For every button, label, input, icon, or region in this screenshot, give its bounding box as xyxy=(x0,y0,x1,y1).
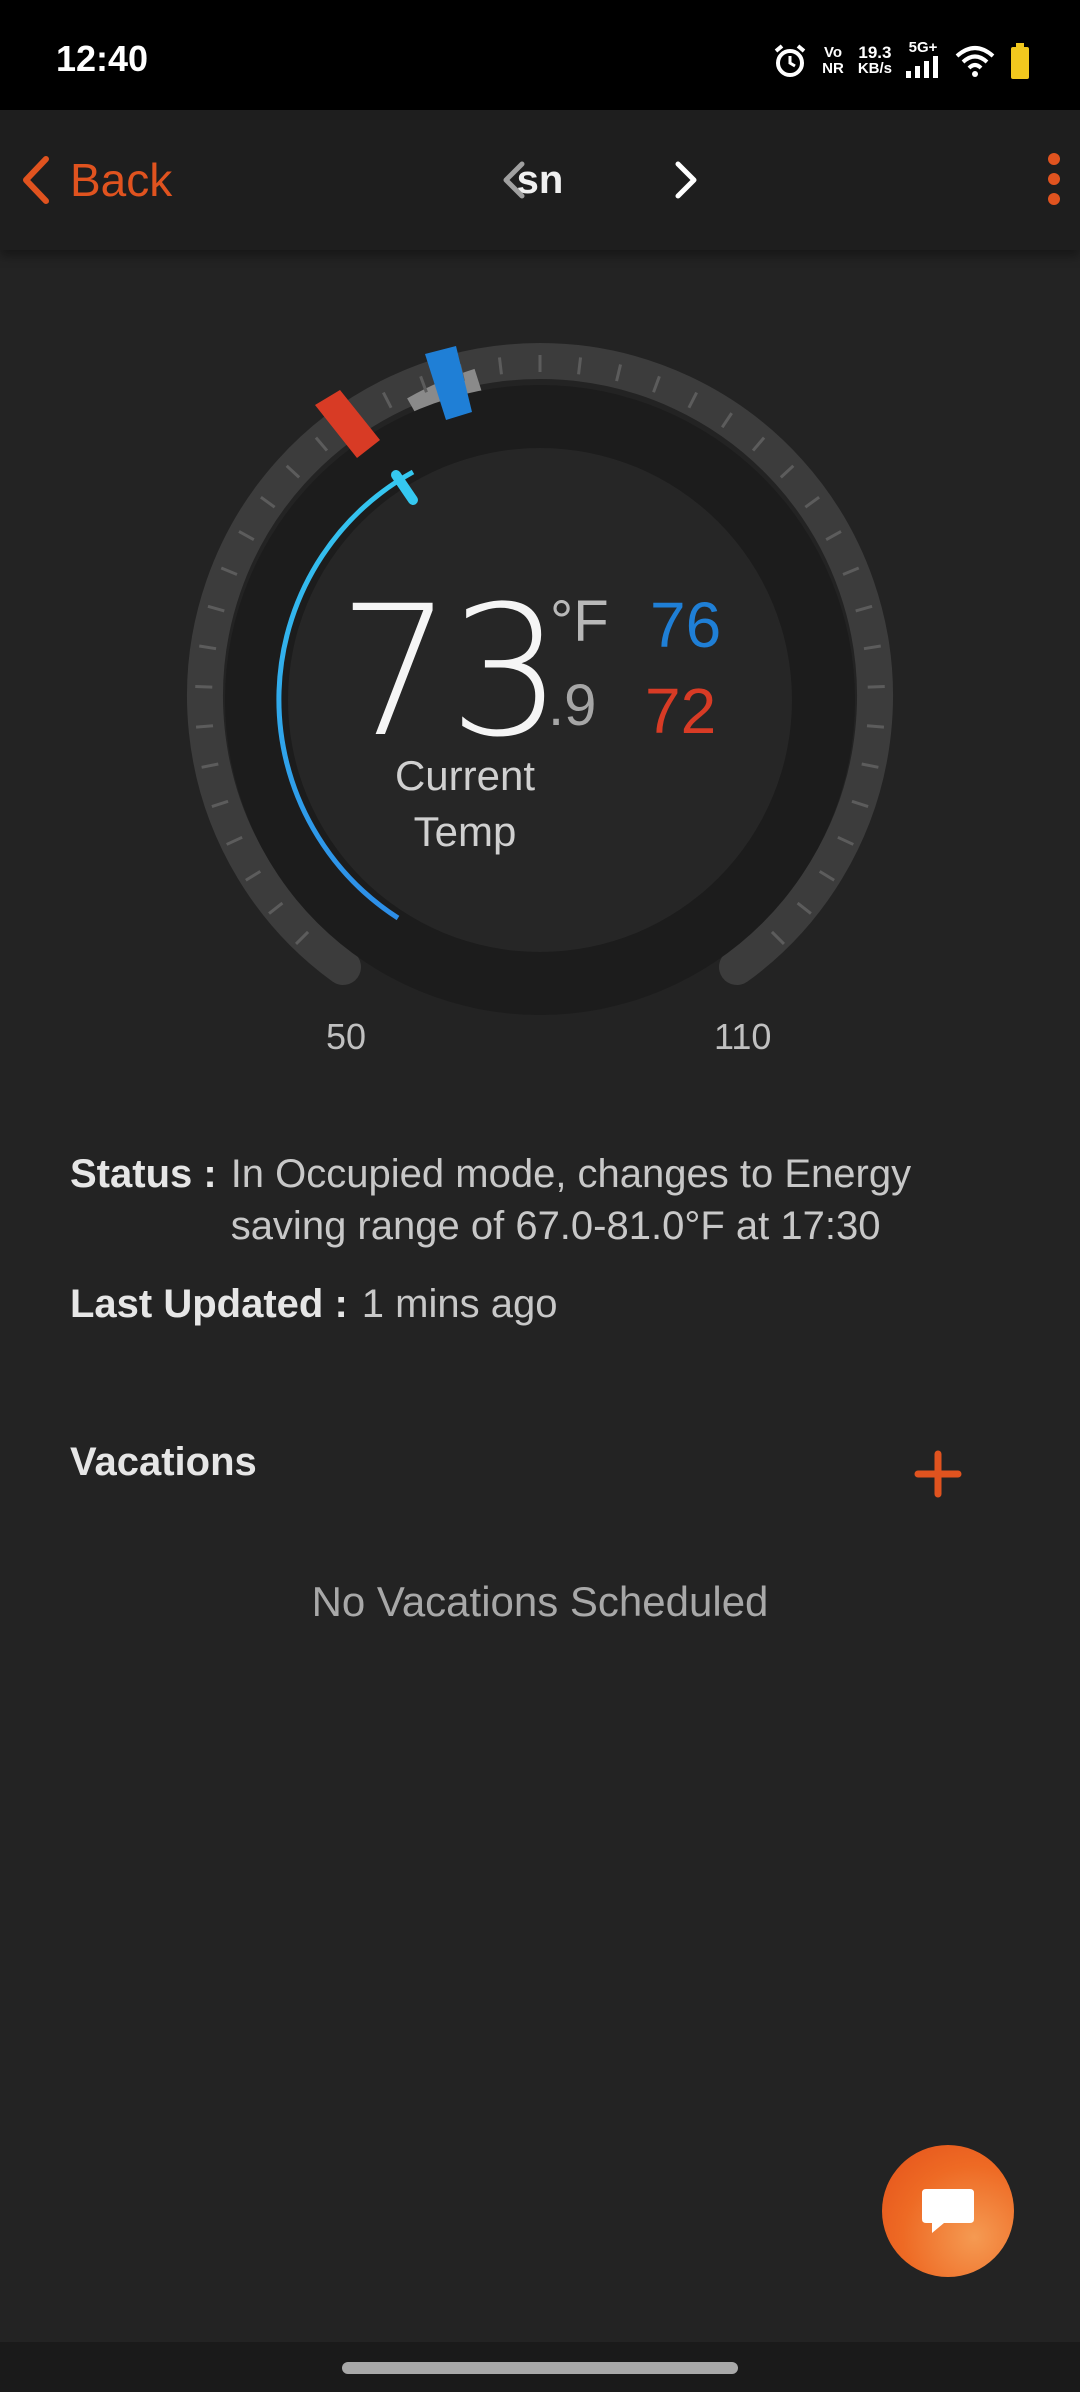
vacations-empty-message: No Vacations Scheduled xyxy=(311,1578,769,1625)
system-status-bar: 12:40 Vo NR 19.3 KB/s 5G+ xyxy=(0,0,1080,110)
home-gesture-bar[interactable] xyxy=(342,2362,738,2374)
cool-setpoint-value[interactable]: 76 xyxy=(650,588,721,662)
signal-icon xyxy=(906,56,938,78)
status-label: Status : xyxy=(70,1152,217,1196)
dial-tick xyxy=(195,684,213,689)
network-speed: 19.3 KB/s xyxy=(857,43,892,77)
status-row: Status : In Occupied mode, changes to En… xyxy=(70,1148,1030,1252)
dial-tick xyxy=(195,724,214,729)
dial-tick xyxy=(866,724,885,729)
battery-icon xyxy=(1011,43,1029,79)
back-label: Back xyxy=(70,154,173,206)
previous-device-button[interactable] xyxy=(494,158,534,202)
temp-unit: °F xyxy=(550,589,609,654)
dial-tick xyxy=(577,357,583,375)
next-device-button[interactable] xyxy=(666,158,706,202)
chat-icon xyxy=(922,2189,974,2233)
last-updated-value: 1 mins ago xyxy=(361,1282,558,1326)
current-temp-label: Current Temp xyxy=(394,752,536,855)
last-updated-row: Last Updated : 1 mins ago xyxy=(70,1278,1030,1330)
vacations-title: Vacations xyxy=(70,1440,257,1484)
overflow-menu-button[interactable] xyxy=(1042,152,1066,206)
status-time: 12:40 xyxy=(56,38,149,79)
current-temp-decimal: .9 xyxy=(548,673,597,738)
status-value: In Occupied mode, changes to Energy savi… xyxy=(230,1152,912,1248)
signal-indicator: 5G+ xyxy=(906,40,940,82)
wifi-icon xyxy=(955,46,995,77)
chevron-left-icon xyxy=(23,156,49,204)
scale-min-label: 50 xyxy=(326,1016,367,1057)
dial-tick xyxy=(497,357,503,375)
alarm-icon xyxy=(774,44,806,77)
chat-button[interactable] xyxy=(882,2145,1014,2277)
thermostat-info: Status : In Occupied mode, changes to En… xyxy=(70,1148,1030,1330)
back-button[interactable]: Back xyxy=(18,150,172,210)
current-temp-value: 73 xyxy=(338,568,563,777)
scale-max-label: 110 xyxy=(714,1016,772,1057)
system-nav-bar xyxy=(0,2342,1080,2392)
dial-tick xyxy=(867,684,885,689)
status-icons: Vo NR 19.3 KB/s 5G+ xyxy=(772,40,1030,82)
volte-indicator: Vo NR xyxy=(822,44,844,77)
last-updated-label: Last Updated : xyxy=(70,1282,348,1326)
heat-setpoint-value[interactable]: 72 xyxy=(645,674,716,748)
add-vacation-button[interactable] xyxy=(912,1448,964,1500)
